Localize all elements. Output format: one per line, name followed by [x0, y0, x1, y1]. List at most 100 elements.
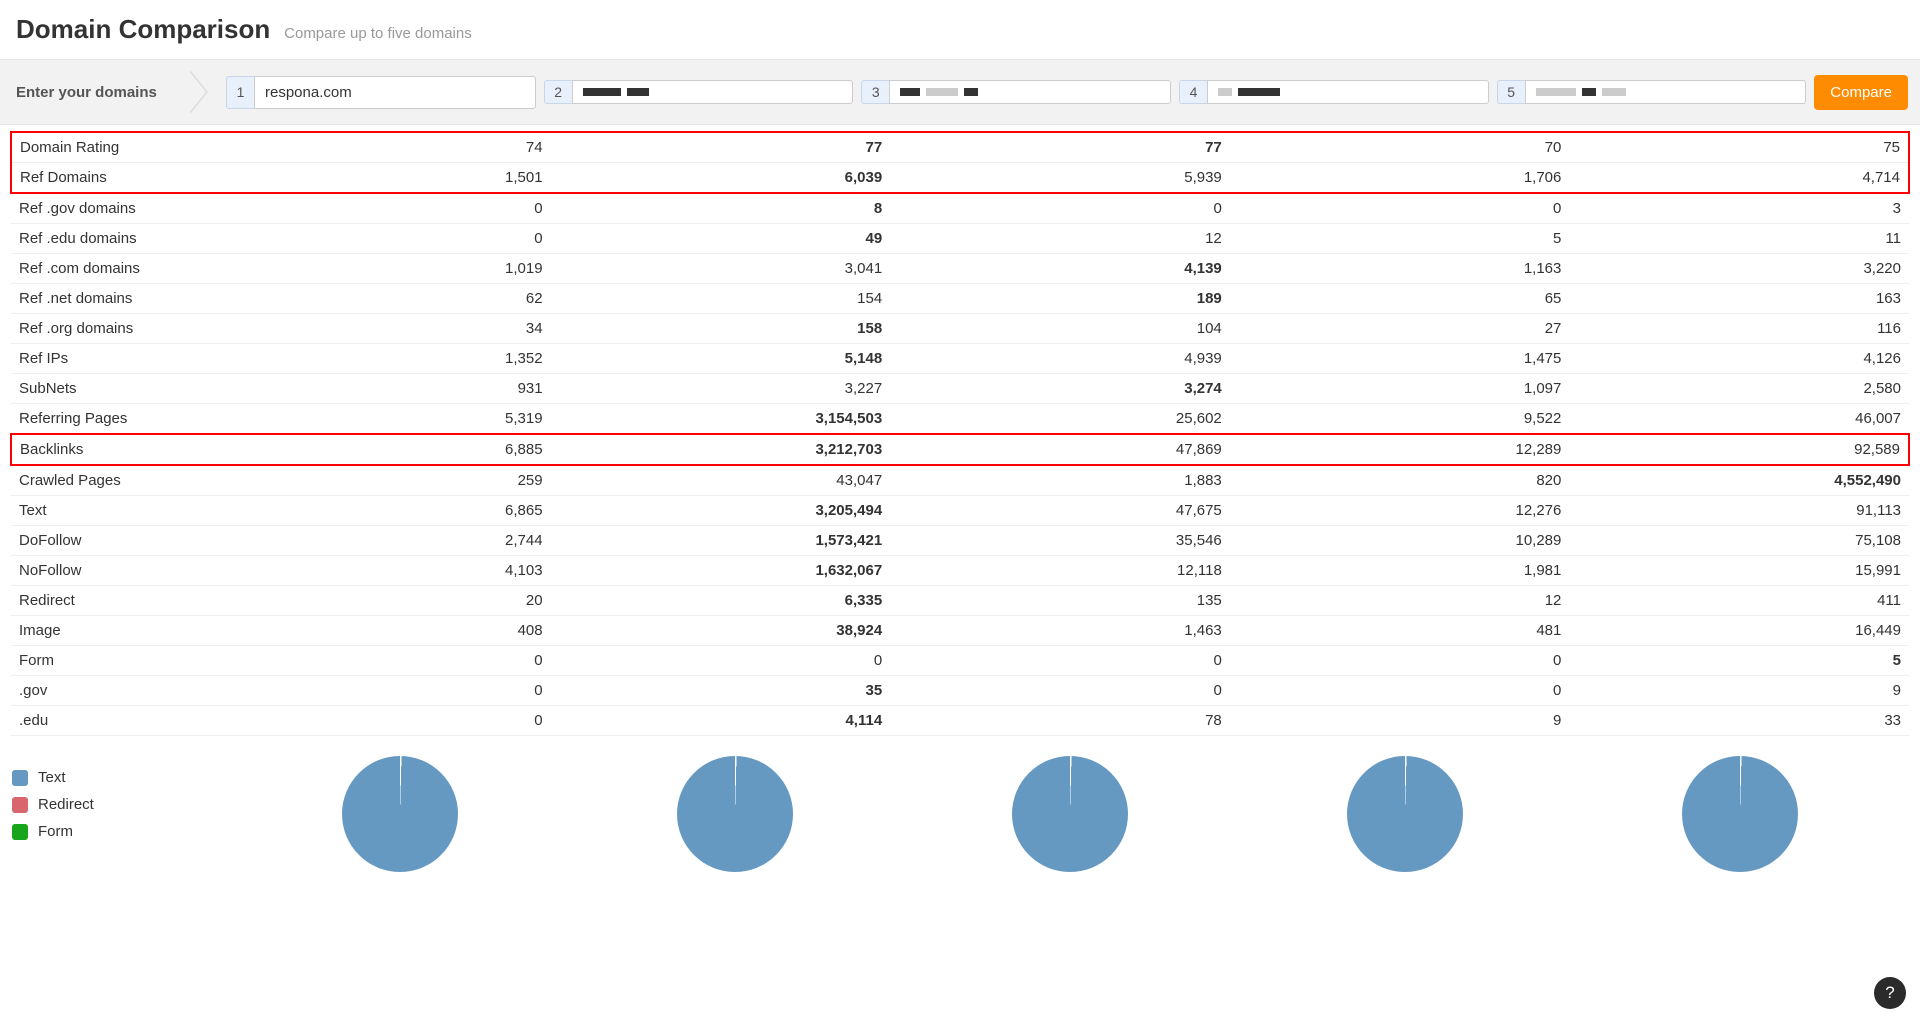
metric-value: 8 — [551, 193, 891, 224]
legend-item: Form — [12, 818, 212, 845]
metric-value: 47,675 — [890, 496, 1230, 526]
metric-value: 75,108 — [1569, 526, 1909, 556]
metric-value: 154 — [551, 284, 891, 314]
metric-value: 77 — [890, 132, 1230, 163]
legend-swatch — [12, 770, 28, 786]
metric-value: 0 — [890, 646, 1230, 676]
metric-value: 0 — [211, 224, 551, 254]
metric-value: 189 — [890, 284, 1230, 314]
metric-label: SubNets — [11, 374, 211, 404]
legend-swatch — [12, 824, 28, 840]
metric-value: 10,289 — [1230, 526, 1570, 556]
metric-value: 35,546 — [890, 526, 1230, 556]
metric-value: 1,463 — [890, 616, 1230, 646]
metric-value: 104 — [890, 314, 1230, 344]
metric-value: 0 — [211, 676, 551, 706]
metric-value: 163 — [1569, 284, 1909, 314]
metric-value: 0 — [211, 706, 551, 736]
metric-label: Ref .org domains — [11, 314, 211, 344]
table-row: Ref .com domains1,0193,0414,1391,1633,22… — [11, 254, 1909, 284]
metric-value: 4,714 — [1569, 163, 1909, 194]
table-row: Ref Domains1,5016,0395,9391,7064,714 — [11, 163, 1909, 194]
metric-value: 27 — [1230, 314, 1570, 344]
metric-value: 1,163 — [1230, 254, 1570, 284]
metric-value: 1,475 — [1230, 344, 1570, 374]
metric-label: Image — [11, 616, 211, 646]
pie-charts-row — [232, 756, 1908, 872]
metric-value: 5,939 — [890, 163, 1230, 194]
metric-value: 9 — [1569, 676, 1909, 706]
table-row: NoFollow4,1031,632,06712,1181,98115,991 — [11, 556, 1909, 586]
metric-value: 12,118 — [890, 556, 1230, 586]
metric-value: 4,126 — [1569, 344, 1909, 374]
metric-value: 91,113 — [1569, 496, 1909, 526]
metric-value: 16,449 — [1569, 616, 1909, 646]
metric-value: 35 — [551, 676, 891, 706]
metric-value: 33 — [1569, 706, 1909, 736]
metric-value: 65 — [1230, 284, 1570, 314]
metric-label: Ref IPs — [11, 344, 211, 374]
legend-label: Redirect — [38, 796, 94, 813]
metric-value: 3,041 — [551, 254, 891, 284]
metric-value: 9,522 — [1230, 404, 1570, 435]
domain-input-2[interactable] — [572, 80, 854, 104]
domain-number-badge: 4 — [1179, 80, 1207, 104]
metric-value: 0 — [890, 676, 1230, 706]
metric-value: 1,883 — [890, 465, 1230, 496]
domain-number-badge: 2 — [544, 80, 572, 104]
metric-value: 78 — [890, 706, 1230, 736]
metric-value: 931 — [211, 374, 551, 404]
metric-label: Redirect — [11, 586, 211, 616]
metric-value: 0 — [551, 646, 891, 676]
pie-chart-domain-1 — [342, 756, 458, 872]
compare-button[interactable]: Compare — [1814, 75, 1908, 110]
domain-input-5[interactable] — [1525, 80, 1807, 104]
domain-number-badge: 5 — [1497, 80, 1525, 104]
page-title: Domain Comparison — [16, 14, 270, 45]
metric-value: 12 — [890, 224, 1230, 254]
comparison-table: Domain Rating7477777075Ref Domains1,5016… — [10, 131, 1910, 736]
metric-value: 20 — [211, 586, 551, 616]
metric-label: .gov — [11, 676, 211, 706]
table-row: Ref .gov domains08003 — [11, 193, 1909, 224]
metric-value: 46,007 — [1569, 404, 1909, 435]
metric-label: Ref Domains — [11, 163, 211, 194]
legend-item: Text — [12, 764, 212, 791]
table-row: Ref .edu domains04912511 — [11, 224, 1909, 254]
metric-value: 75 — [1569, 132, 1909, 163]
table-row: Redirect206,33513512411 — [11, 586, 1909, 616]
domain-input-4-wrap: 4 — [1179, 80, 1489, 104]
help-button[interactable]: ? — [1874, 977, 1906, 1009]
metric-value: 5,148 — [551, 344, 891, 374]
domain-input-1[interactable] — [254, 76, 536, 109]
metric-value: 38,924 — [551, 616, 891, 646]
table-row: Crawled Pages25943,0471,8838204,552,490 — [11, 465, 1909, 496]
table-row: Form00005 — [11, 646, 1909, 676]
metric-value: 1,706 — [1230, 163, 1570, 194]
domain-input-4[interactable] — [1207, 80, 1489, 104]
metric-value: 9 — [1230, 706, 1570, 736]
table-row: Ref .org domains3415810427116 — [11, 314, 1909, 344]
metric-value: 0 — [1230, 193, 1570, 224]
metric-value: 3,205,494 — [551, 496, 891, 526]
metric-value: 43,047 — [551, 465, 891, 496]
pie-chart-domain-4 — [1347, 756, 1463, 872]
domain-input-3-wrap: 3 — [861, 80, 1171, 104]
metric-value: 4,939 — [890, 344, 1230, 374]
metric-label: Form — [11, 646, 211, 676]
table-row: SubNets9313,2273,2741,0972,580 — [11, 374, 1909, 404]
metric-value: 411 — [1569, 586, 1909, 616]
metric-value: 820 — [1230, 465, 1570, 496]
metric-value: 0 — [211, 646, 551, 676]
metric-value: 3 — [1569, 193, 1909, 224]
domain-input-2-wrap: 2 — [544, 80, 854, 104]
metric-value: 3,274 — [890, 374, 1230, 404]
table-row: Domain Rating7477777075 — [11, 132, 1909, 163]
metric-value: 25,602 — [890, 404, 1230, 435]
metric-value: 6,335 — [551, 586, 891, 616]
metric-value: 1,352 — [211, 344, 551, 374]
metric-value: 1,981 — [1230, 556, 1570, 586]
domain-input-3[interactable] — [889, 80, 1171, 104]
metric-value: 4,114 — [551, 706, 891, 736]
metric-value: 5 — [1230, 224, 1570, 254]
